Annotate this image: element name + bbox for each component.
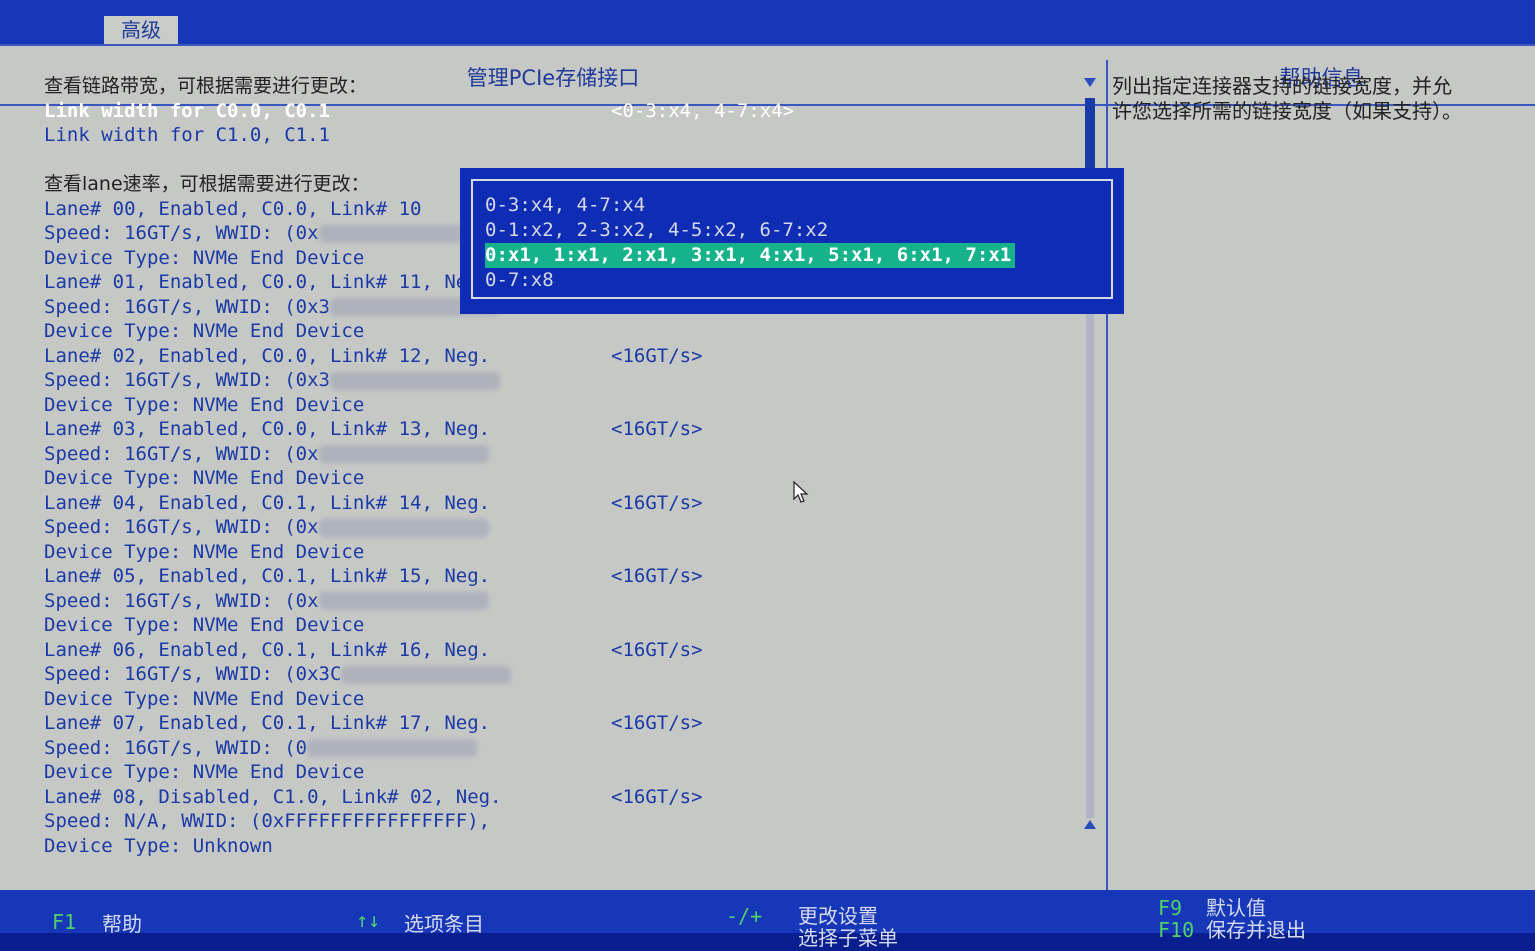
setting-row[interactable]: Device Type: NVMe End Device	[44, 540, 1084, 565]
setting-value[interactable]: <16GT/s>	[611, 564, 703, 589]
setting-row[interactable]: Speed: 16GT/s, WWID: (0x	[44, 442, 1084, 467]
scroll-down-icon[interactable]	[1084, 820, 1096, 829]
setting-label: Device Type: NVMe End Device	[44, 540, 365, 563]
setting-label: Lane# 03, Enabled, C0.0, Link# 13, Neg.	[44, 418, 491, 440]
setting-label: Link width for C1.0, C1.1	[44, 124, 330, 146]
help-text: 列出指定连接器支持的链接宽度，并允 许您选择所需的链接宽度（如果支持）。	[1112, 74, 1528, 124]
setting-row[interactable]: Link width for C1.0, C1.1	[44, 123, 1084, 148]
popup-option[interactable]: 0-7:x8	[485, 269, 554, 291]
popup-option[interactable]: 0-1:x2, 2-3:x2, 4-5:x2, 6-7:x2	[485, 219, 828, 241]
setting-label: Speed: 16GT/s, WWID: (0x	[44, 516, 319, 538]
setting-row[interactable]: Device Type: NVMe End Device	[44, 613, 1084, 638]
popup-option[interactable]: 0:x1, 1:x1, 2:x1, 3:x1, 4:x1, 5:x1, 6:x1…	[485, 243, 1016, 268]
setting-label: Lane# 07, Enabled, C0.1, Link# 17, Neg.	[44, 712, 491, 734]
help-line: 许您选择所需的链接宽度（如果支持）。	[1112, 99, 1462, 123]
setting-row[interactable]: Speed: 16GT/s, WWID: (0x	[44, 515, 1084, 540]
scroll-up-icon[interactable]	[1084, 78, 1096, 87]
f10-label: 保存并退出	[1206, 918, 1306, 942]
setting-row[interactable]: Device Type: NVMe End Device	[44, 319, 1084, 344]
setting-label: Device Type: NVMe End Device	[44, 467, 365, 489]
setting-label: Lane# 01, Enabled, C0.0, Link# 11, Neg.	[44, 271, 491, 293]
setting-row[interactable]: Lane# 08, Disabled, C1.0, Link# 02, Neg.…	[44, 785, 1084, 810]
redacted-wwid	[341, 665, 512, 684]
setting-label: Lane# 00, Enabled, C0.0, Link# 10	[44, 197, 422, 220]
redacted-wwid	[318, 518, 489, 537]
setting-value[interactable]: <16GT/s>	[611, 711, 703, 736]
setting-row[interactable]: Lane# 05, Enabled, C0.1, Link# 15, Neg. <…	[44, 564, 1084, 589]
setting-value[interactable]: <16GT/s>	[611, 344, 703, 369]
section-heading: 查看链路带宽，可根据需要进行更改：	[44, 74, 1084, 99]
setting-row[interactable]: Lane# 03, Enabled, C0.0, Link# 13, Neg. <…	[44, 417, 1084, 442]
setting-value[interactable]: <0-3:x4, 4-7:x4>	[611, 99, 794, 124]
redacted-wwid	[307, 739, 478, 757]
setting-row[interactable]: Lane# 07, Enabled, C0.1, Link# 17, Neg. <…	[44, 711, 1084, 736]
setting-value[interactable]: <16GT/s>	[611, 638, 703, 663]
setting-label: Lane# 05, Enabled, C0.1, Link# 15, Neg.	[44, 565, 491, 587]
footer-bar: F1 帮助 ↑↓ 选项条目 -/+ 更改设置 选择子菜单 F9 默认值 F10 …	[0, 890, 1535, 950]
f1-key: F1	[52, 910, 77, 934]
setting-row[interactable]: Lane# 04, Enabled, C0.1, Link# 14, Neg. <…	[44, 491, 1084, 516]
setting-label: Device Type: NVMe End Device	[44, 246, 365, 269]
setting-value[interactable]: <16GT/s>	[611, 785, 703, 810]
setting-label: Speed: 16GT/s, WWID: (0	[44, 736, 308, 759]
setting-label: Device Type: NVMe End Device	[44, 761, 365, 783]
setting-label: Speed: 16GT/s, WWID: (0x3	[44, 295, 330, 318]
f10-key: F10	[1158, 918, 1195, 942]
setting-label: Device Type: NVMe End Device	[44, 687, 365, 710]
setting-label: Lane# 04, Enabled, C0.1, Link# 14, Neg.	[44, 491, 491, 514]
mouse-cursor-icon	[793, 480, 809, 503]
setting-label: Device Type: Unknown	[44, 834, 273, 857]
popup-options: 0-3:x4, 4-7:x4 0-1:x2, 2-3:x2, 4-5:x2, 6-…	[471, 179, 1113, 299]
setting-label: Speed: 16GT/s, WWID: (0x	[44, 589, 319, 612]
setting-label: Speed: 16GT/s, WWID: (0x	[44, 442, 319, 465]
popup-option[interactable]: 0-3:x4, 4-7:x4	[485, 194, 645, 216]
setting-label: 查看lane速率，可根据需要进行更改：	[44, 173, 370, 195]
setting-row[interactable]: Device Type: NVMe End Device	[44, 687, 1084, 712]
setting-label: Speed: N/A, WWID: (0xFFFFFFFFFFFFFFFF),	[44, 810, 491, 832]
setting-row[interactable]: Speed: 16GT/s, WWID: (0x3	[44, 368, 1084, 393]
setting-row[interactable]: Speed: 16GT/s, WWID: (0	[44, 736, 1084, 761]
setting-row[interactable]: Lane# 02, Enabled, C0.0, Link# 12, Neg. <…	[44, 344, 1084, 369]
setting-label: Lane# 06, Enabled, C0.1, Link# 16, Neg.	[44, 638, 491, 661]
setting-label: Device Type: NVMe End Device	[44, 393, 365, 416]
setting-row[interactable]: Device Type: Unknown	[44, 834, 1084, 859]
setting-label: Lane# 08, Disabled, C1.0, Link# 02, Neg.	[44, 785, 502, 808]
arrows-key: ↑↓	[356, 908, 381, 932]
setting-label: Lane# 02, Enabled, C0.0, Link# 12, Neg.	[44, 344, 491, 367]
setting-row[interactable]: Lane# 06, Enabled, C0.1, Link# 16, Neg. <…	[44, 638, 1084, 663]
setting-row[interactable]: Speed: N/A, WWID: (0xFFFFFFFFFFFFFFFF),	[44, 809, 1084, 834]
setting-label: Link width for C0.0, C0.1	[44, 99, 330, 122]
setting-row[interactable]: Device Type: NVMe End Device	[44, 393, 1084, 418]
setting-label: Device Type: NVMe End Device	[44, 614, 365, 636]
setting-row[interactable]: Speed: 16GT/s, WWID: (0x	[44, 589, 1084, 614]
change-key: -/+	[726, 904, 763, 928]
redacted-wwid	[318, 592, 489, 610]
setting-row[interactable]: Device Type: NVMe End Device	[44, 466, 1084, 491]
setting-label: Speed: 16GT/s, WWID: (0x3	[44, 369, 330, 391]
tab-advanced[interactable]: 高级	[104, 16, 178, 44]
setting-row[interactable]: Speed: 16GT/s, WWID: (0x3C	[44, 662, 1084, 687]
top-bar: 高级	[0, 0, 1535, 44]
redacted-wwid	[329, 371, 500, 390]
setting-row[interactable]: Link width for C0.0, C0.1 <0-3:x4, 4-7:x4…	[44, 99, 1084, 124]
setting-row[interactable]: Device Type: NVMe End Device	[44, 760, 1084, 785]
setting-label: Speed: 16GT/s, WWID: (0x3C	[44, 663, 342, 685]
submenu-label: 选择子菜单	[798, 926, 898, 950]
f9-key: F9	[1158, 896, 1183, 920]
help-line: 列出指定连接器支持的链接宽度，并允	[1112, 74, 1452, 98]
setting-label: Device Type: NVMe End Device	[44, 320, 365, 342]
link-width-popup: 0-3:x4, 4-7:x4 0-1:x2, 2-3:x2, 4-5:x2, 6-…	[460, 168, 1124, 314]
redacted-wwid	[318, 445, 489, 463]
setting-value[interactable]: <16GT/s>	[611, 417, 703, 442]
setting-label: Speed: 16GT/s, WWID: (0x	[44, 222, 319, 244]
setting-label: 查看链路带宽，可根据需要进行更改：	[44, 75, 368, 97]
setting-value[interactable]: <16GT/s>	[611, 491, 703, 516]
